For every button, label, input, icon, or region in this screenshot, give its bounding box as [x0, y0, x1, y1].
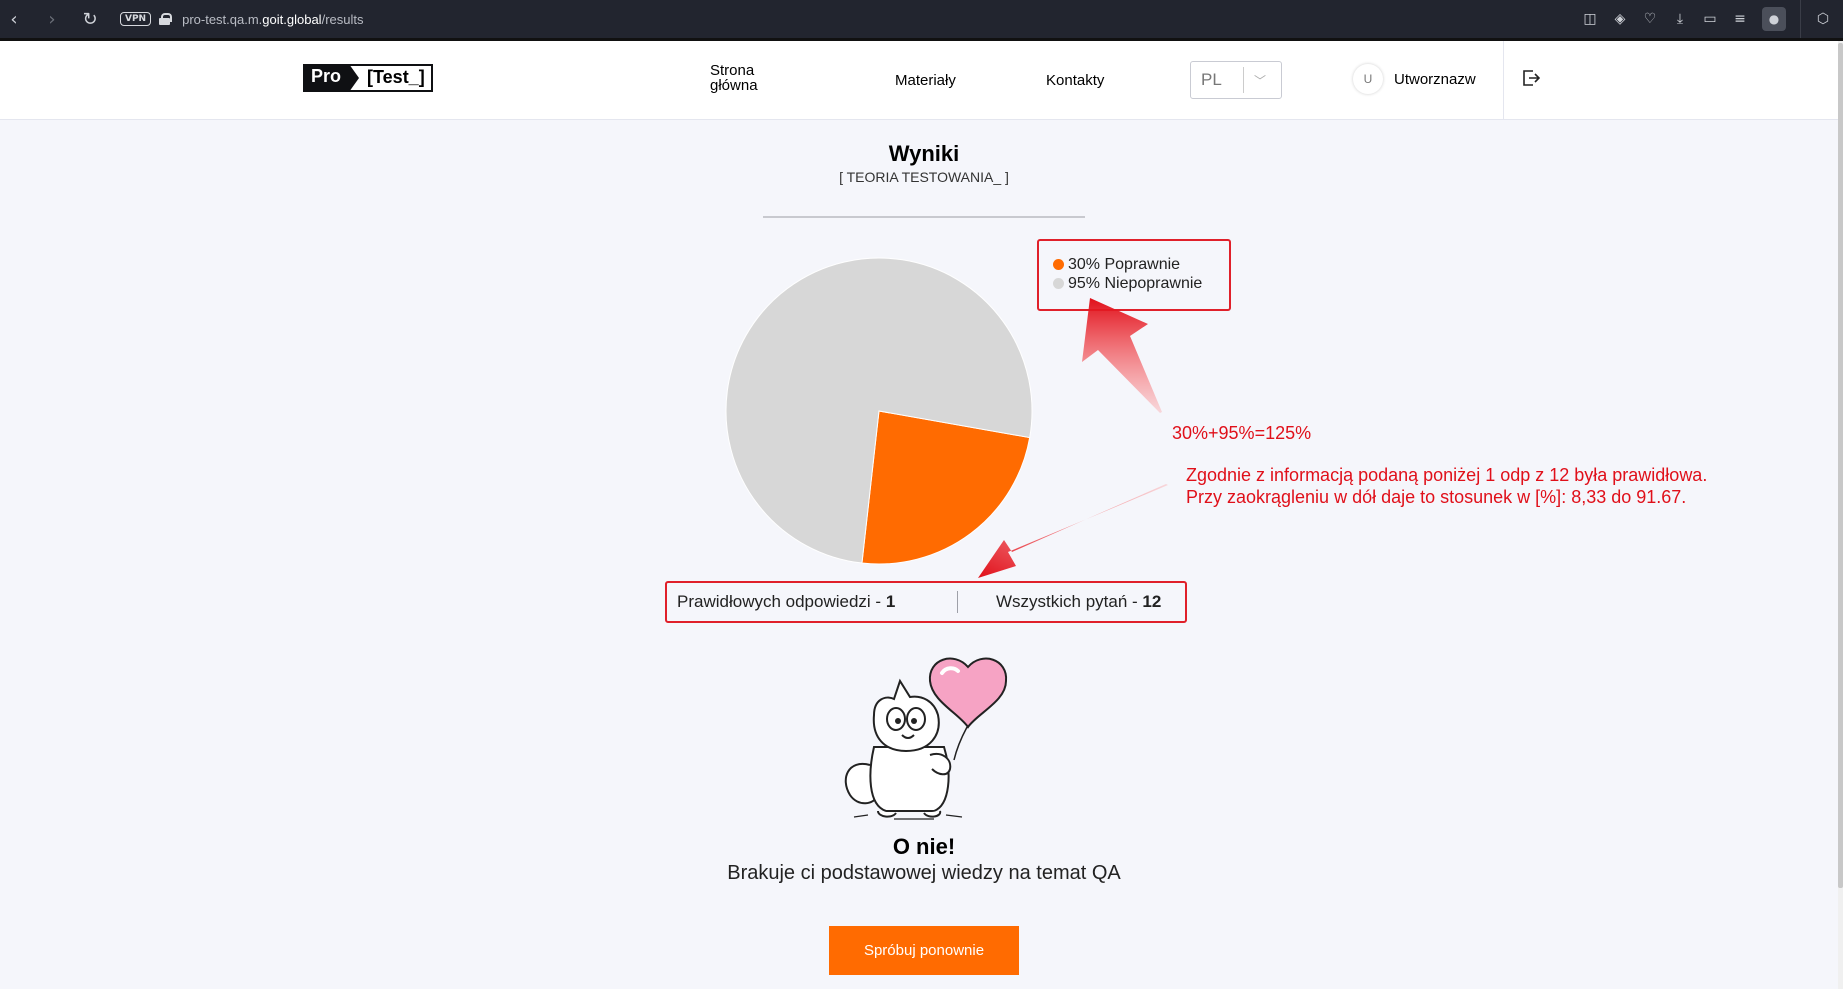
annotation-line-2: Przy zaokrągleniu w dół daje to stosunek… — [1186, 487, 1687, 507]
failure-heading: O nie! — [892, 834, 956, 859]
arrow-to-legend — [1082, 298, 1162, 413]
results-stats: Prawidłowych odpowiedzi - 1 Wszystkich p… — [665, 581, 1187, 623]
failure-message: Brakuje ci podstawowej wiedzy na temat Q… — [727, 862, 1121, 884]
correct-answers-value: 1 — [885, 592, 896, 611]
cat-with-heart-balloon-illustration — [844, 657, 1008, 820]
total-questions-stat: Wszystkich pytań - 12 — [958, 592, 1161, 612]
correct-answers-stat: Prawidłowych odpowiedzi - 1 — [667, 592, 957, 612]
retry-button[interactable]: Spróbuj ponownie — [829, 926, 1019, 975]
annotation-explanation: Zgodnie z informacją podaną poniżej 1 od… — [1186, 464, 1707, 508]
total-questions-label: Wszystkich pytań - — [996, 592, 1143, 611]
arrow-to-stats — [978, 484, 1168, 578]
total-questions-value: 12 — [1142, 592, 1162, 611]
correct-answers-label: Prawidłowych odpowiedzi - — [677, 592, 886, 611]
annotation-line-1: Zgodnie z informacją podaną poniżej 1 od… — [1186, 465, 1708, 485]
annotation-sum: 30%+95%=125% — [1172, 423, 1312, 443]
